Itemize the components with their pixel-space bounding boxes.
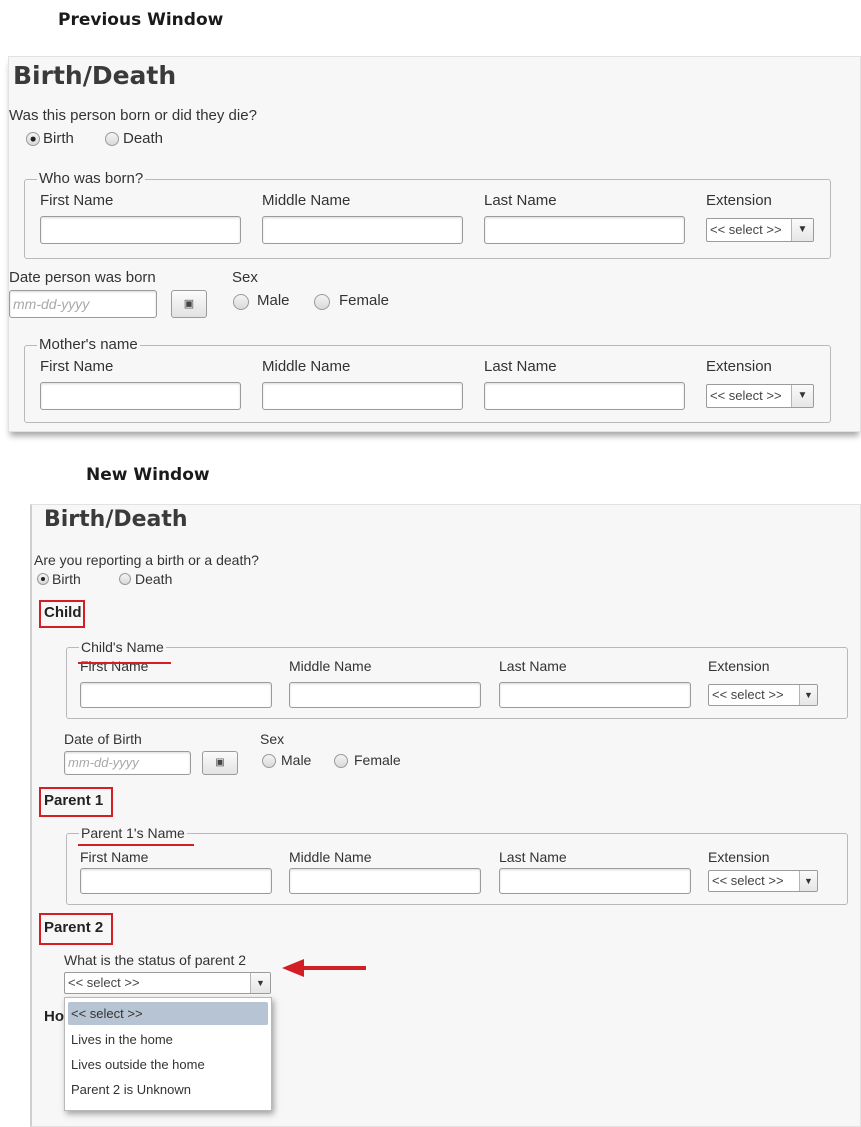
extension-select[interactable]: << select >> ▼ (706, 218, 814, 242)
new-window-panel: Birth/Death Are you reporting a birth or… (30, 504, 861, 1127)
chevron-down-icon[interactable]: ▼ (799, 685, 817, 705)
dob-label: Date of Birth (64, 731, 142, 747)
chevron-down-icon[interactable]: ▼ (791, 219, 813, 241)
calendar-icon[interactable]: ▣ (202, 751, 238, 775)
sex-label: Sex (260, 731, 285, 747)
last-name-input[interactable] (499, 868, 691, 894)
radio-female[interactable] (314, 294, 330, 310)
radio-female-label: Female (354, 752, 401, 768)
dropdown-option[interactable]: Lives outside the home (65, 1053, 271, 1076)
first-name-input[interactable] (40, 216, 241, 244)
fieldset-legend: Parent 1's Name (79, 825, 187, 841)
section-parent2-heading: Parent 2 (44, 919, 104, 936)
dob-label: Date person was born (9, 269, 156, 286)
middle-name-input[interactable] (262, 382, 463, 410)
radio-male-label: Male (281, 752, 312, 768)
last-name-label: Last Name (484, 358, 557, 375)
extension-select-value: << select >> (712, 687, 784, 702)
childs-name-fieldset: Child's Name First Name Middle Name Last… (66, 639, 848, 719)
dropdown-option[interactable]: Parent 2 is Unknown (65, 1078, 271, 1101)
radio-female[interactable] (334, 754, 348, 768)
last-name-label: Last Name (499, 849, 567, 865)
dropdown-option[interactable]: Lives in the home (65, 1028, 271, 1051)
middle-name-label: Middle Name (262, 192, 351, 209)
red-arrow-icon (282, 959, 366, 977)
first-name-label: First Name (80, 658, 149, 674)
previous-window-caption: Previous Window (58, 10, 224, 30)
sex-label: Sex (232, 269, 258, 286)
parent1-name-underline (78, 844, 194, 846)
radio-death-label: Death (123, 130, 164, 147)
first-name-input[interactable] (80, 682, 272, 708)
new-window-caption: New Window (86, 465, 210, 485)
radio-death-label: Death (135, 571, 173, 587)
middle-name-label: Middle Name (289, 849, 372, 865)
fieldset-legend: Who was born? (37, 170, 146, 187)
page-title: Birth/Death (13, 61, 177, 90)
section-child-heading: Child (44, 604, 82, 621)
dob-input[interactable]: mm-dd-yyyy (64, 751, 191, 775)
radio-birth-label: Birth (52, 571, 81, 587)
partial-heading: Ho (44, 1008, 64, 1025)
chevron-down-icon[interactable]: ▼ (791, 385, 813, 407)
mothers-name-fieldset: Mother's name First Name Middle Name Las… (24, 336, 831, 423)
parent2-status-question: What is the status of parent 2 (64, 952, 247, 968)
radio-male[interactable] (233, 294, 249, 310)
radio-female-label: Female (339, 292, 390, 309)
extension-label: Extension (706, 358, 772, 375)
dropdown-option[interactable]: << select >> (68, 1002, 268, 1025)
dob-input[interactable]: mm-dd-yyyy (9, 290, 157, 318)
radio-death[interactable] (105, 132, 119, 146)
parent2-status-dropdown: << select >> Lives in the home Lives out… (64, 997, 272, 1111)
birth-death-question: Are you reporting a birth or a death? (34, 552, 259, 568)
birth-death-question: Was this person born or did they die? (9, 107, 257, 124)
parent2-status-select[interactable]: << select >> ▼ (64, 972, 271, 994)
previous-window-panel: Birth/Death Was this person born or did … (8, 56, 861, 432)
radio-birth-label: Birth (43, 130, 74, 147)
extension-select[interactable]: << select >> ▼ (708, 684, 818, 706)
middle-name-label: Middle Name (289, 658, 372, 674)
fieldset-legend: Mother's name (37, 336, 140, 353)
extension-select-value: << select >> (710, 388, 782, 403)
radio-death[interactable] (119, 573, 131, 585)
last-name-input[interactable] (499, 682, 691, 708)
extension-select[interactable]: << select >> ▼ (706, 384, 814, 408)
radio-birth[interactable] (37, 573, 49, 585)
middle-name-input[interactable] (262, 216, 463, 244)
middle-name-input[interactable] (289, 868, 481, 894)
child-name-underline (78, 662, 171, 664)
last-name-input[interactable] (484, 382, 685, 410)
radio-male[interactable] (262, 754, 276, 768)
extension-select-value: << select >> (712, 873, 784, 888)
page-title: Birth/Death (44, 507, 188, 532)
first-name-input[interactable] (40, 382, 241, 410)
extension-select[interactable]: << select >> ▼ (708, 870, 818, 892)
parent2-status-select-value: << select >> (68, 975, 140, 990)
extension-select-value: << select >> (710, 222, 782, 237)
middle-name-input[interactable] (289, 682, 481, 708)
first-name-label: First Name (80, 849, 149, 865)
last-name-input[interactable] (484, 216, 685, 244)
section-parent1-heading: Parent 1 (44, 792, 104, 809)
last-name-label: Last Name (499, 658, 567, 674)
calendar-icon[interactable]: ▣ (171, 290, 207, 318)
radio-male-label: Male (257, 292, 290, 309)
first-name-label: First Name (40, 192, 114, 209)
last-name-label: Last Name (484, 192, 557, 209)
first-name-label: First Name (40, 358, 114, 375)
radio-birth[interactable] (26, 132, 40, 146)
extension-label: Extension (706, 192, 772, 209)
middle-name-label: Middle Name (262, 358, 351, 375)
chevron-down-icon[interactable]: ▼ (799, 871, 817, 891)
chevron-down-icon[interactable]: ▼ (250, 973, 270, 993)
who-was-born-fieldset: Who was born? First Name Middle Name Las… (24, 170, 831, 259)
extension-label: Extension (708, 658, 770, 674)
first-name-input[interactable] (80, 868, 272, 894)
extension-label: Extension (708, 849, 770, 865)
fieldset-legend: Child's Name (79, 639, 166, 655)
